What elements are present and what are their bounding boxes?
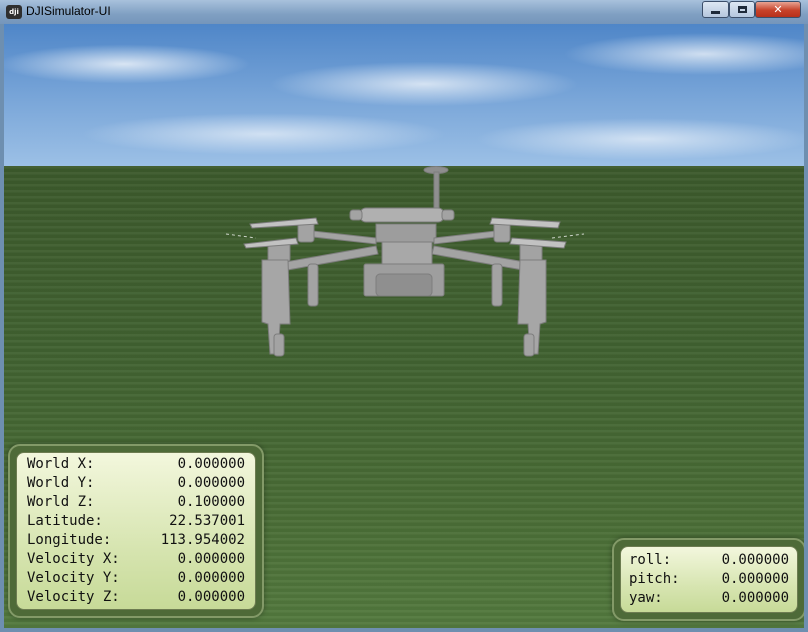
telemetry-row-value: 0.000000 (177, 589, 245, 605)
telemetry-row: World Y: 0.000000 (27, 474, 245, 493)
attitude-row-label: pitch: (629, 571, 680, 587)
telemetry-row: World Z: 0.100000 (27, 493, 245, 512)
telemetry-row-label: Velocity Z: (27, 589, 120, 605)
minimize-button[interactable] (702, 1, 729, 18)
minimize-icon (711, 11, 720, 14)
telemetry-row-value: 22.537001 (169, 513, 245, 529)
attitude-row: yaw: 0.000000 (629, 589, 789, 608)
telemetry-row: Velocity X: 0.000000 (27, 550, 245, 569)
attitude-row-value: 0.000000 (721, 571, 789, 587)
telemetry-row-label: World Y: (27, 475, 95, 491)
telemetry-row-value: 0.000000 (177, 551, 245, 567)
attitude-row-value: 0.000000 (721, 590, 789, 606)
attitude-panel: roll: 0.000000 pitch: 0.000000 yaw: 0.000000 (612, 538, 804, 621)
maximize-icon (737, 6, 747, 13)
title-bar[interactable]: dji DJISimulator-UI ✕ (0, 0, 808, 24)
attitude-row: roll: 0.000000 (629, 551, 789, 570)
telemetry-row-value: 0.000000 (177, 456, 245, 472)
window-title: DJISimulator-UI (26, 4, 111, 18)
telemetry-list: World X: 0.000000 World Y: 0.000000 World Z:… (16, 452, 256, 610)
maximize-button[interactable] (729, 1, 755, 18)
attitude-list: roll: 0.000000 pitch: 0.000000 yaw: 0.000000 (620, 546, 798, 613)
telemetry-row-value: 113.954002 (160, 532, 245, 548)
attitude-row: pitch: 0.000000 (629, 570, 789, 589)
telemetry-row-value: 0.000000 (177, 570, 245, 586)
telemetry-row-label: Velocity X: (27, 551, 120, 567)
telemetry-row: World X: 0.000000 (27, 455, 245, 474)
telemetry-row-label: Latitude: (27, 513, 103, 529)
attitude-row-label: roll: (629, 552, 672, 568)
telemetry-row: Velocity Y: 0.000000 (27, 569, 245, 588)
simulator-viewport[interactable]: World X: 0.000000 World Y: 0.000000 World Z:… (4, 24, 804, 628)
telemetry-panel: World X: 0.000000 World Y: 0.000000 World Z:… (8, 444, 264, 618)
attitude-row-label: yaw: (629, 590, 663, 606)
telemetry-row-value: 0.100000 (177, 494, 245, 510)
simulator-window: dji DJISimulator-UI ✕ World X: 0.000000 … (0, 0, 808, 632)
telemetry-row: Latitude: 22.537001 (27, 512, 245, 531)
telemetry-row: Longitude: 113.954002 (27, 531, 245, 550)
telemetry-row-value: 0.000000 (177, 475, 245, 491)
telemetry-row-label: Longitude: (27, 532, 112, 548)
close-button[interactable]: ✕ (755, 1, 801, 18)
telemetry-row-label: World X: (27, 456, 95, 472)
attitude-row-value: 0.000000 (721, 552, 789, 568)
telemetry-row: Velocity Z: 0.000000 (27, 588, 245, 607)
close-icon: ✕ (773, 3, 783, 16)
telemetry-row-label: World Z: (27, 494, 95, 510)
dji-logo-icon: dji (6, 5, 22, 19)
telemetry-row-label: Velocity Y: (27, 570, 120, 586)
